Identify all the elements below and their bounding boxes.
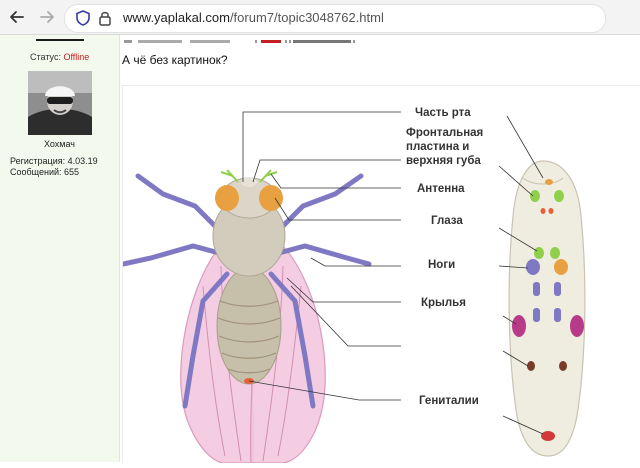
antenna-right [259,169,278,183]
user-stats: Регистрация: 4.03.19 Сообщений: 655 [10,156,98,178]
user-name-link-cut[interactable] [36,33,84,41]
user-status: Статус: Offline [30,52,89,62]
avatar[interactable] [28,71,92,135]
eye-left [215,185,239,211]
label-genitals: Гениталии [419,395,479,407]
label-frontal-1: Фронтальная [406,127,483,139]
post-body: А чё без картинок? Часть рта Фронтальная… [120,35,640,464]
post-text: А чё без картинок? [122,53,228,67]
post-header-cut [124,40,355,43]
user-info-panel: Статус: Offline Хохмач Регистрация: 4.03… [0,35,120,462]
drosophila-diagram: Часть рта Фронтальная пластина и верхняя… [120,85,640,464]
registration-date: Регистрация: 4.03.19 [10,156,98,166]
forward-arrow-icon [40,11,54,23]
antenna-left [220,169,239,183]
browser-toolbar: www.yaplakal.com/forum7/topic3048762.htm… [0,0,640,35]
fly-anatomy-svg: Часть рта Фронтальная пластина и верхняя… [120,107,586,464]
url-text[interactable]: www.yaplakal.com/forum7/topic3048762.htm… [123,10,384,25]
status-value: Offline [63,52,90,62]
lock-icon[interactable] [98,9,112,27]
forward-button[interactable] [36,6,58,28]
eye-right [259,185,283,211]
avatar-image [28,71,92,135]
label-wings: Крылья [421,297,466,309]
address-bar[interactable]: www.yaplakal.com/forum7/topic3048762.htm… [64,4,606,33]
fly-abdomen [216,267,282,385]
label-legs: Ноги [428,259,455,271]
label-mouthparts: Часть рта [415,107,471,119]
username[interactable]: Хохмач [0,139,119,149]
label-eyes: Глаза [431,215,463,227]
larva [508,160,586,457]
post-header [120,35,640,43]
back-button[interactable] [6,6,28,28]
status-label: Статус: [30,52,61,62]
message-count: Сообщений: 655 [10,167,80,177]
label-frontal-3: верхняя губа [406,155,481,167]
label-frontal-2: пластина и [406,141,469,153]
label-antenna: Антенна [417,183,465,195]
shield-icon[interactable] [75,9,91,27]
back-arrow-icon [10,11,24,23]
